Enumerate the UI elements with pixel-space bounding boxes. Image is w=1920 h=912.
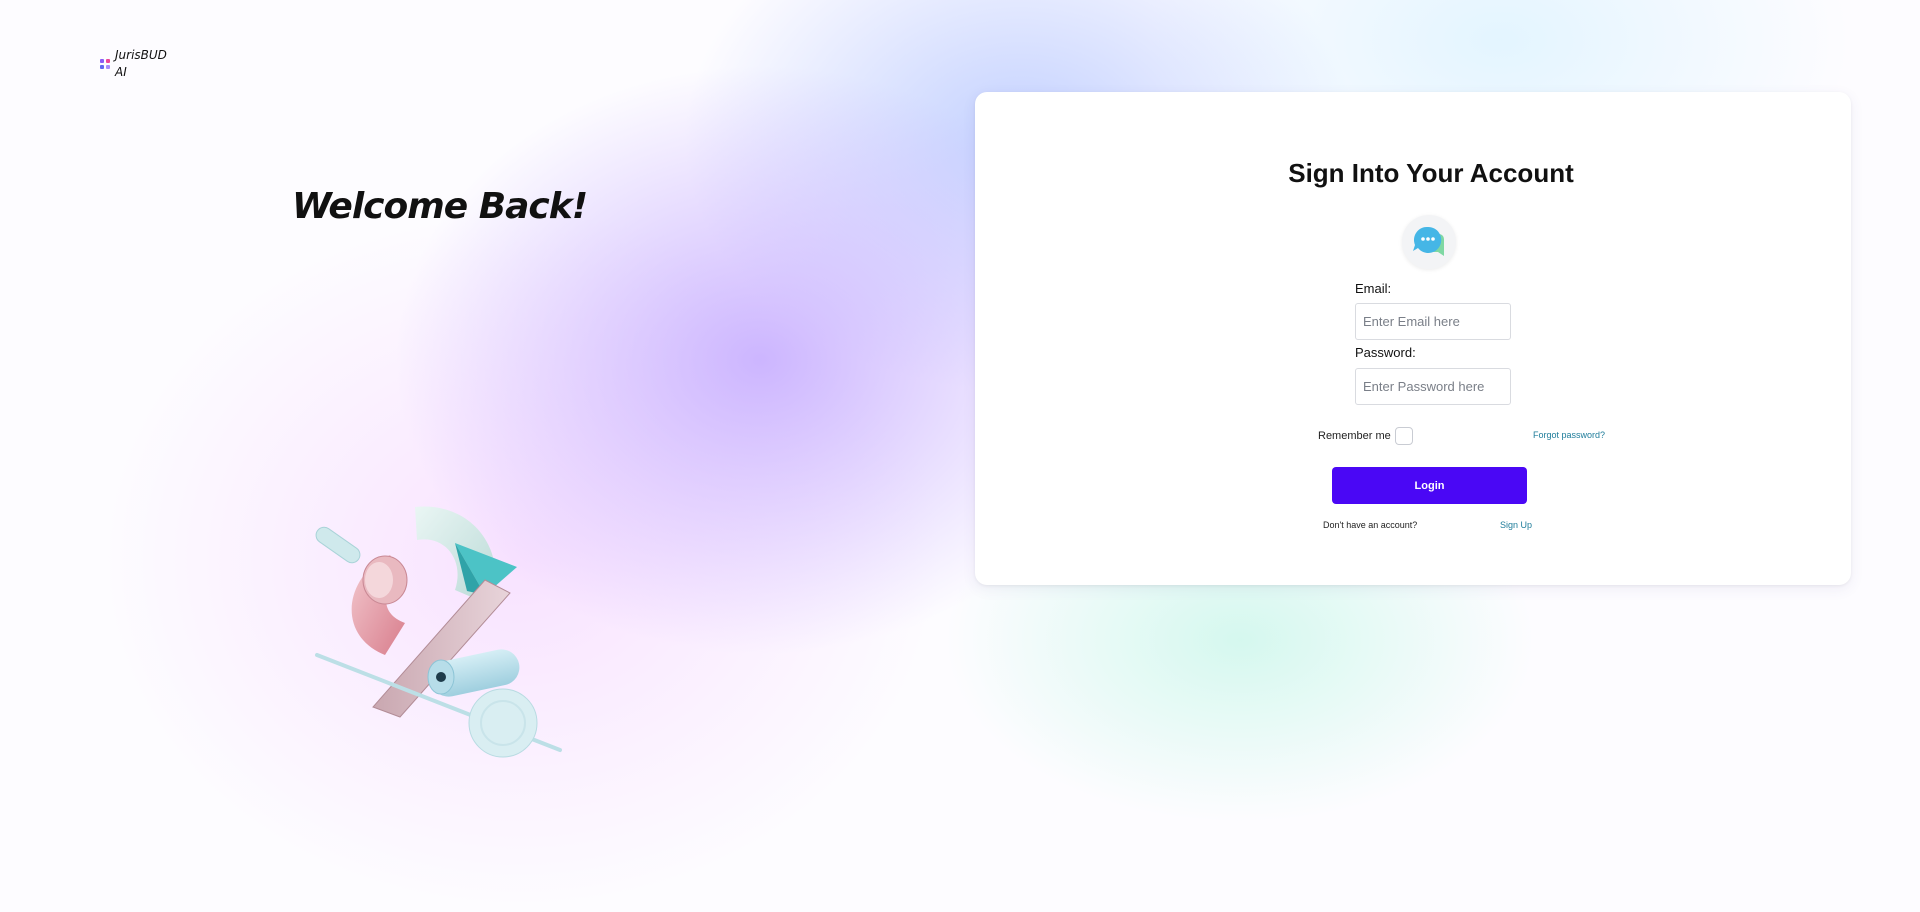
password-label: Password: xyxy=(1355,345,1416,360)
remember-me-label: Remember me xyxy=(1318,430,1391,442)
brand-name: JurisBUD AI xyxy=(115,47,171,81)
brand-logo[interactable]: JurisBUD AI xyxy=(100,47,171,81)
brand-name-line2: AI xyxy=(115,65,127,79)
login-card: Sign Into Your Account Email: Password: … xyxy=(975,92,1851,585)
logo-grid-icon xyxy=(100,59,110,69)
login-page: JurisBUD AI Welcome Back! Sign Into Your… xyxy=(0,0,1920,912)
brand-name-line1: JurisBUD xyxy=(115,48,167,62)
email-label: Email: xyxy=(1355,281,1392,296)
remember-me: Remember me xyxy=(1318,427,1413,445)
login-button[interactable]: Login xyxy=(1332,467,1527,504)
abstract-3d-shapes-illustration xyxy=(315,506,562,758)
forgot-password-link[interactable]: Forgot password? xyxy=(1533,430,1605,440)
login-title: Sign Into Your Account xyxy=(1288,158,1574,188)
no-account-text: Don't have an account? xyxy=(1323,520,1418,530)
sign-up-link[interactable]: Sign Up xyxy=(1500,520,1532,530)
email-field[interactable] xyxy=(1355,303,1511,340)
remember-me-checkbox[interactable] xyxy=(1394,427,1413,445)
chat-bubbles-icon xyxy=(1402,215,1456,269)
welcome-heading: Welcome Back! xyxy=(292,186,588,227)
password-field[interactable] xyxy=(1355,368,1511,405)
